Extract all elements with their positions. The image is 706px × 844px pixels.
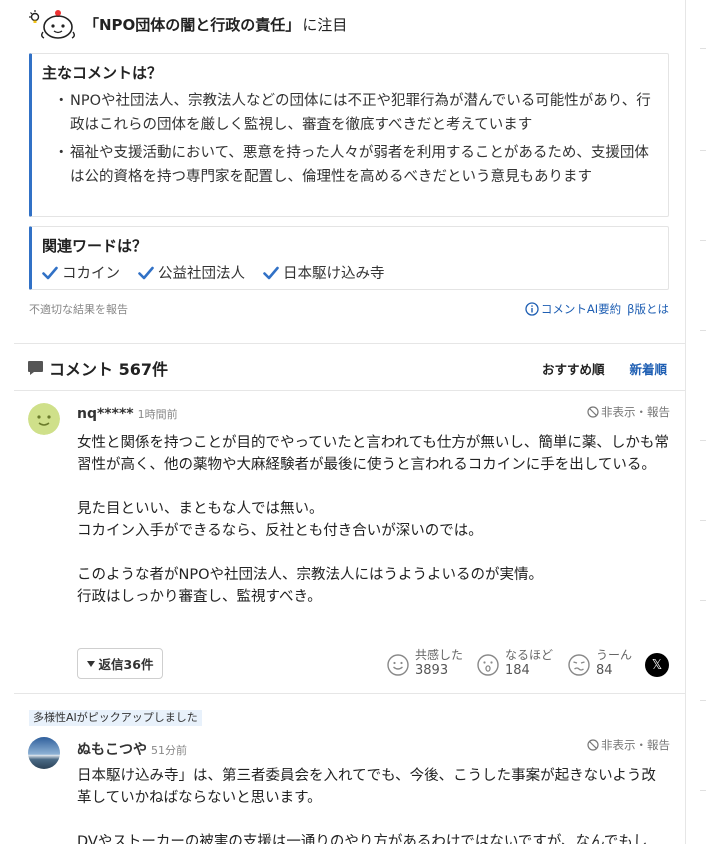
summary-bullets: NPOや社団法人、宗教法人などの団体には不正や犯罪行為が潜んでいる可能性があり、… xyxy=(42,89,656,189)
comment-time: 51分前 xyxy=(151,744,187,757)
summary-bullet: 福祉や支援活動において、悪意を持った人々が弱者を利用することがあるため、支援団体… xyxy=(42,141,656,189)
check-icon xyxy=(42,266,58,279)
sort-newest-tab[interactable]: 新着順 xyxy=(629,359,667,378)
summary-title: 主なコメントは？ xyxy=(42,64,163,82)
related-words-list: コカイン 公益社団法人 日本駆け込み寺 xyxy=(42,262,656,283)
hide-report-label: 非表示・報告 xyxy=(601,738,670,752)
comment-time: 1時間前 xyxy=(137,408,178,421)
section-divider xyxy=(14,390,685,391)
beta-link[interactable]: β版とは xyxy=(627,301,669,317)
reaction-count: 184 xyxy=(505,663,530,678)
related-title: 関連ワードは？ xyxy=(42,237,148,255)
related-word-label: 日本駆け込み寺 xyxy=(283,266,385,282)
comment-author[interactable]: ぬもこつや 51分前 xyxy=(77,739,187,759)
sort-recommended-tab[interactable]: おすすめ順 xyxy=(542,359,605,378)
sort-tabs: おすすめ順 新着順 xyxy=(542,359,667,378)
hide-report-button[interactable]: 非表示・報告 xyxy=(587,737,670,753)
comments-header: コメント 567件 おすすめ順 新着順 xyxy=(27,355,667,381)
section-divider xyxy=(14,343,685,344)
comment-author[interactable]: nq***** 1時間前 xyxy=(77,406,178,422)
reaction-count: 84 xyxy=(596,663,613,678)
author-name: ぬもこつや xyxy=(77,742,147,758)
page-edge-divider xyxy=(685,0,686,844)
reaction-insightful[interactable]: なるほど 184 xyxy=(477,648,553,678)
comment-text: 女性と関係を持つことが目的でやっていたと言われても仕方が無いし、簡単に薬、しかも… xyxy=(77,435,669,605)
ban-icon xyxy=(587,406,599,418)
comment-text: 日本駆け込み寺」は、第三者委員会を入れてでも、今後、こうした事案が起きないよう改… xyxy=(77,768,656,844)
section-divider xyxy=(14,693,685,694)
comments-count-title: コメント 567件 xyxy=(49,360,168,379)
comment-bubble-icon xyxy=(28,361,43,375)
x-logo-icon[interactable]: 𝕏 xyxy=(645,653,669,677)
mascot-icon xyxy=(29,10,75,39)
hide-report-button[interactable]: 非表示・報告 xyxy=(587,404,670,420)
related-word-label: コカイン xyxy=(62,266,120,282)
related-word[interactable]: 公益社団法人 xyxy=(138,262,245,283)
check-icon xyxy=(263,266,279,279)
info-icon xyxy=(525,302,539,316)
confused-face-icon xyxy=(568,654,590,676)
side-rail-ticks xyxy=(700,0,706,844)
reaction-count: 3893 xyxy=(415,663,449,678)
reaction-agree[interactable]: 共感した 3893 xyxy=(387,648,463,678)
related-word[interactable]: コカイン xyxy=(42,262,120,283)
avatar xyxy=(28,403,60,435)
related-word-label: 公益社団法人 xyxy=(158,266,245,282)
smile-face-icon xyxy=(387,654,409,676)
check-icon xyxy=(138,266,154,279)
reaction-hmm[interactable]: うーん 84 xyxy=(568,648,632,678)
ai-summary-label: コメントAI要約 xyxy=(540,302,622,316)
reaction-label: なるほど xyxy=(505,648,554,662)
avatar xyxy=(28,737,60,769)
comment-item: ぬもこつや 51分前 非表示・報告 日本駆け込み寺」は、第三者委員会を入れてでも、… xyxy=(28,734,670,844)
replies-toggle-button[interactable]: 返信36件 xyxy=(77,648,163,679)
summary-bullet: NPOや社団法人、宗教法人などの団体には不正や犯罪行為が潜んでいる可能性があり、… xyxy=(42,89,656,137)
topic-title: 「NPO団体の闇と行政の責任」 xyxy=(84,15,301,34)
ai-summary-info[interactable]: コメントAI要約 β版とは xyxy=(525,301,669,317)
topic-heading: 「NPO団体の闇と行政の責任」 に注目 xyxy=(28,8,347,40)
reaction-label: 共感した xyxy=(415,648,464,662)
related-words-card: 関連ワードは？ コカイン 公益社団法人 日本駆け込み寺 xyxy=(29,226,669,290)
reaction-label: うーん xyxy=(596,648,633,662)
replies-label: 返信36件 xyxy=(98,657,154,672)
ai-picked-badge: 多様性AIがピックアップしました xyxy=(29,710,202,726)
surprised-face-icon xyxy=(477,654,499,676)
triangle-down-icon xyxy=(86,660,95,667)
related-word[interactable]: 日本駆け込み寺 xyxy=(263,262,385,283)
topic-suffix: に注目 xyxy=(302,15,348,34)
comment-item: nq***** 1時間前 非表示・報告 女性と関係を持つことが目的でやっていたと言… xyxy=(28,402,670,684)
ai-summary-card: 主なコメントは？ NPOや社団法人、宗教法人などの団体には不正や犯罪行為が潜んで… xyxy=(29,53,669,217)
author-name: nq***** xyxy=(77,406,134,422)
report-result-link[interactable]: 不適切な結果を報告 xyxy=(29,301,128,317)
ban-icon xyxy=(587,739,599,751)
hide-report-label: 非表示・報告 xyxy=(601,405,670,419)
